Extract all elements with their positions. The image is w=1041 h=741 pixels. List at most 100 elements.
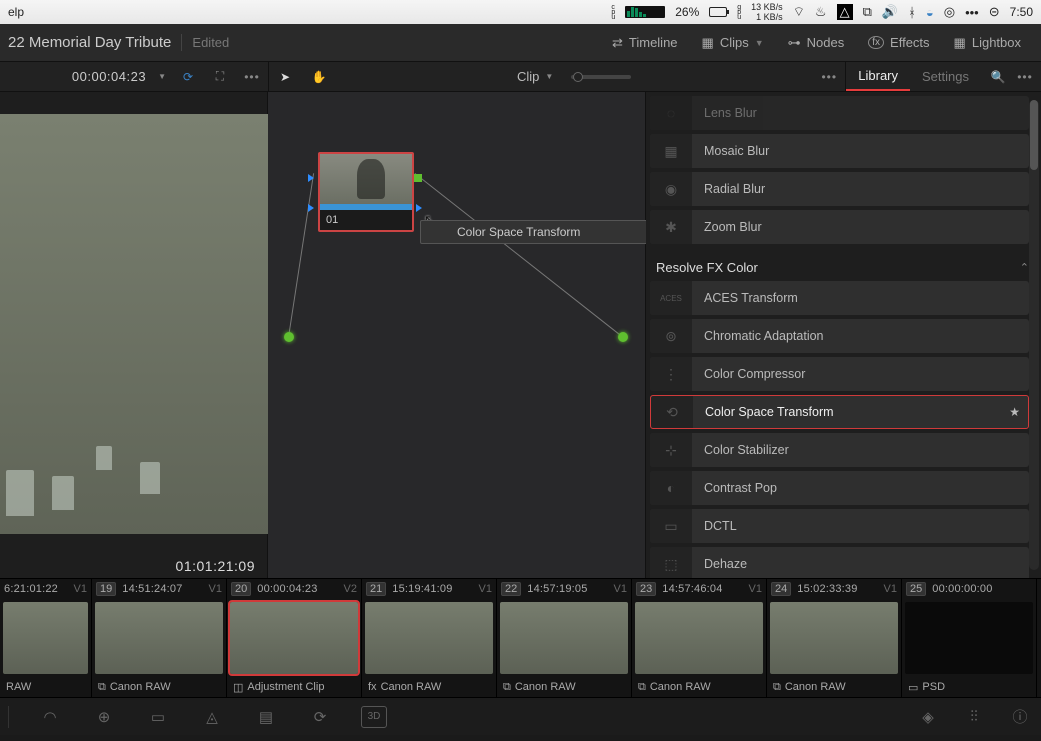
hand-tool-icon[interactable]: ✋ (309, 67, 329, 87)
timeline-clip[interactable]: 22 14:57:19:05 V1 ⧉ Canon RAW (497, 579, 632, 697)
bypass-icon[interactable]: ⟳ (178, 67, 198, 87)
info-icon[interactable]: ⓘ (1007, 706, 1033, 728)
chevron-down-icon[interactable]: ▼ (158, 72, 166, 81)
blur-icon[interactable]: ▤ (253, 706, 279, 728)
clip-timecode: 00:00:00:00 (932, 583, 992, 595)
fx-item-dehaze[interactable]: ⬚Dehaze (650, 547, 1029, 578)
dropbox-icon[interactable]: ⧉ (863, 4, 872, 20)
clip-format: Canon RAW (110, 681, 171, 693)
pointer-tool-icon[interactable]: ➤ (275, 67, 295, 87)
clip-thumbnail[interactable] (365, 602, 493, 674)
3d-icon[interactable]: 3D (361, 706, 387, 728)
clip-thumbnail[interactable] (905, 602, 1033, 674)
graph-output-anchor[interactable] (618, 332, 628, 342)
node-graph[interactable]: 01 ↖ Color Space Transform (268, 92, 646, 578)
fx-item-zoom-blur[interactable]: ✱Zoom Blur (650, 210, 1029, 244)
fx-item-contrast-pop[interactable]: ◐Contrast Pop (650, 471, 1029, 505)
node-input-rgb-icon[interactable] (308, 174, 314, 182)
clip-thumbnail[interactable] (635, 602, 763, 674)
node-output-rgb-icon[interactable] (414, 174, 422, 182)
search-icon[interactable]: 🔍 (987, 66, 1009, 88)
menubar-clock[interactable]: 7:50 (1010, 5, 1033, 19)
curves-icon[interactable]: ◠ (37, 706, 63, 728)
library-tab[interactable]: Library (846, 62, 910, 91)
timeline-clip[interactable]: 23 14:57:46:04 V1 ⧉ Canon RAW (632, 579, 767, 697)
graph-source-anchor[interactable] (284, 332, 294, 342)
fx-item-chromatic-adaptation[interactable]: ⊚Chromatic Adaptation (650, 319, 1029, 353)
timeline-clip[interactable]: 21 15:19:41:09 V1 fx Canon RAW (362, 579, 497, 697)
color-node-01[interactable]: 01 (318, 152, 414, 232)
sidebar-more-icon[interactable]: ••• (1015, 67, 1035, 87)
fx-item-label: Color Compressor (704, 367, 1021, 381)
node-input-alpha-icon[interactable] (308, 204, 314, 212)
nodegraph-more-icon[interactable]: ••• (819, 67, 839, 87)
sidebar-scrollbar[interactable] (1029, 100, 1039, 570)
clip-format: Canon RAW (650, 681, 711, 693)
window-icon[interactable]: ▭ (145, 706, 171, 728)
circle-icon[interactable]: ◎ (944, 4, 955, 20)
tab-clips[interactable]: ▦Clips▼ (690, 24, 776, 61)
wifi-icon[interactable]: ⌔ (793, 4, 805, 20)
waveform-icon[interactable]: ⫶⫶ (961, 706, 987, 728)
overflow-icon[interactable]: ••• (965, 5, 979, 20)
cloud-icon[interactable]: ◒ (926, 5, 934, 20)
fx-item-dctl[interactable]: ▭DCTL (650, 509, 1029, 543)
flame-icon[interactable]: ♨ (815, 4, 827, 20)
clip-format: Canon RAW (785, 681, 846, 693)
tab-lightbox[interactable]: ▦Lightbox (942, 24, 1033, 61)
triangle-icon[interactable]: △ (837, 4, 853, 20)
tab-nodes[interactable]: ⊶Nodes (776, 24, 857, 61)
fx-item-radial-blur[interactable]: ◉Radial Blur (650, 172, 1029, 206)
key-icon[interactable]: ⟳ (307, 706, 333, 728)
viewer-image[interactable] (0, 114, 268, 534)
clip-thumbnail[interactable] (95, 602, 223, 674)
viewer-timecode[interactable]: 00:00:04:23 (72, 69, 146, 84)
fx-thumb-icon: ▭ (650, 509, 692, 543)
clip-thumbnail[interactable] (230, 602, 358, 674)
timeline-clip[interactable]: 24 15:02:33:39 V1 ⧉ Canon RAW (767, 579, 902, 697)
tab-timeline[interactable]: ⇄Timeline (600, 24, 690, 61)
timeline-clip[interactable]: 20 00:00:04:23 V2 ◫ Adjustment Clip (227, 579, 362, 697)
node-output-alpha-icon[interactable] (416, 204, 422, 212)
fx-item-label: Zoom Blur (704, 220, 1021, 234)
fx-section-header[interactable]: Resolve FX Color⌃ (656, 260, 1029, 275)
fx-item-lens-blur[interactable]: ◌Lens Blur (650, 96, 1029, 130)
qualifier-icon[interactable]: ⊕ (91, 706, 117, 728)
fx-item-color-stabilizer[interactable]: ⊹Color Stabilizer (650, 433, 1029, 467)
clip-number: 25 (906, 582, 926, 596)
clip-type-icon: ⧉ (773, 681, 781, 694)
clip-thumbnail[interactable] (3, 602, 88, 674)
fx-thumb-icon: ⋮ (650, 357, 692, 391)
gpu-label: g p u (737, 5, 741, 20)
fx-item-color-compressor[interactable]: ⋮ Color Compressor (650, 357, 1029, 391)
volume-icon[interactable]: 🔊 (882, 4, 898, 20)
menubar-left[interactable]: elp (8, 5, 611, 19)
clip-mode-selector[interactable]: Clip▼ (517, 69, 553, 84)
timeline-clip[interactable]: 6:21:01:22 V1 RAW (0, 579, 92, 697)
settings-tab[interactable]: Settings (910, 69, 981, 84)
expand-icon[interactable]: ⛶ (210, 67, 230, 87)
switch-icon[interactable]: ⊝ (989, 4, 1000, 20)
fx-item-label: Radial Blur (704, 182, 1021, 196)
fx-item-mosaic-blur[interactable]: ▦Mosaic Blur (650, 134, 1029, 168)
tracker-icon[interactable]: ◬ (199, 706, 225, 728)
project-title: 22 Memorial Day Tribute (8, 34, 182, 51)
more-icon[interactable]: ••• (242, 67, 262, 87)
fx-item-aces-transform[interactable]: ACESACES Transform (650, 281, 1029, 315)
fx-item-label: Color Stabilizer (704, 443, 1021, 457)
fx-thumb-icon: ⬚ (650, 547, 692, 578)
viewer-master-timecode: 01:01:21:09 (176, 558, 255, 574)
scopes-icon[interactable]: ◈ (915, 706, 941, 728)
chevron-up-icon: ⌃ (1020, 261, 1029, 274)
tab-effects[interactable]: fxEffects (856, 24, 941, 61)
zoom-slider[interactable] (571, 75, 631, 79)
timeline-clip[interactable]: 25 00:00:00:00 ▭ PSD (902, 579, 1037, 697)
clip-thumbnail[interactable] (500, 602, 628, 674)
timeline-clip[interactable]: 19 14:51:24:07 V1 ⧉ Canon RAW (92, 579, 227, 697)
clip-thumbnail[interactable] (770, 602, 898, 674)
clip-format: PSD (922, 681, 945, 693)
fx-item-color-space-transform[interactable]: ⟲Color Space Transform★ (650, 395, 1029, 429)
clip-track: V1 (209, 583, 222, 595)
star-icon[interactable]: ★ (1009, 405, 1020, 419)
bluetooth-icon[interactable]: ᚼ (908, 5, 916, 20)
